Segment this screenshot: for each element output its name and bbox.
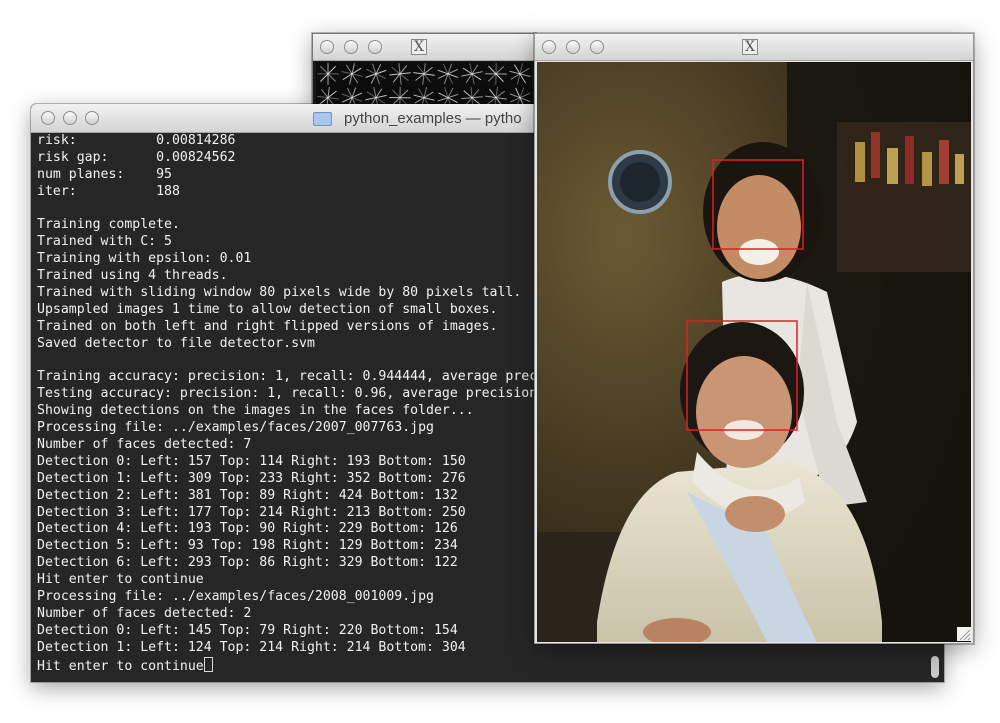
close-button[interactable]	[320, 40, 334, 54]
hog-window-titlebar[interactable]: X	[313, 34, 535, 61]
hog-glyph-stroke	[319, 90, 337, 105]
hog-glyph-stroke	[437, 69, 459, 79]
resize-grip[interactable]	[957, 627, 971, 641]
x11-icon: X	[742, 39, 758, 55]
terminal-cursor	[203, 656, 213, 672]
close-button[interactable]	[41, 111, 55, 125]
folder-icon	[313, 112, 332, 126]
minimize-button[interactable]	[566, 40, 580, 54]
terminal-title: python_examples — pytho	[344, 110, 522, 127]
terminal-line: Hit enter to continue	[37, 656, 924, 674]
zoom-button[interactable]	[368, 40, 382, 54]
zoom-button[interactable]	[590, 40, 604, 54]
hog-glyph-stroke	[514, 64, 526, 84]
x11-icon: X	[411, 39, 427, 55]
image-window-titlebar[interactable]: X	[535, 34, 973, 61]
close-button[interactable]	[542, 40, 556, 54]
hog-glyph-stroke	[438, 92, 458, 104]
terminal-scrollbar[interactable]	[931, 656, 939, 678]
minimize-button[interactable]	[344, 40, 358, 54]
hog-glyph-stroke	[342, 67, 362, 81]
detection-image-window[interactable]: X	[534, 33, 974, 644]
hog-glyph-stroke	[462, 67, 482, 81]
hog-glyph-stroke	[365, 69, 387, 78]
minimize-button[interactable]	[63, 111, 77, 125]
zoom-button[interactable]	[85, 111, 99, 125]
face-photo	[537, 62, 971, 642]
hog-glyph-stroke	[342, 92, 362, 103]
